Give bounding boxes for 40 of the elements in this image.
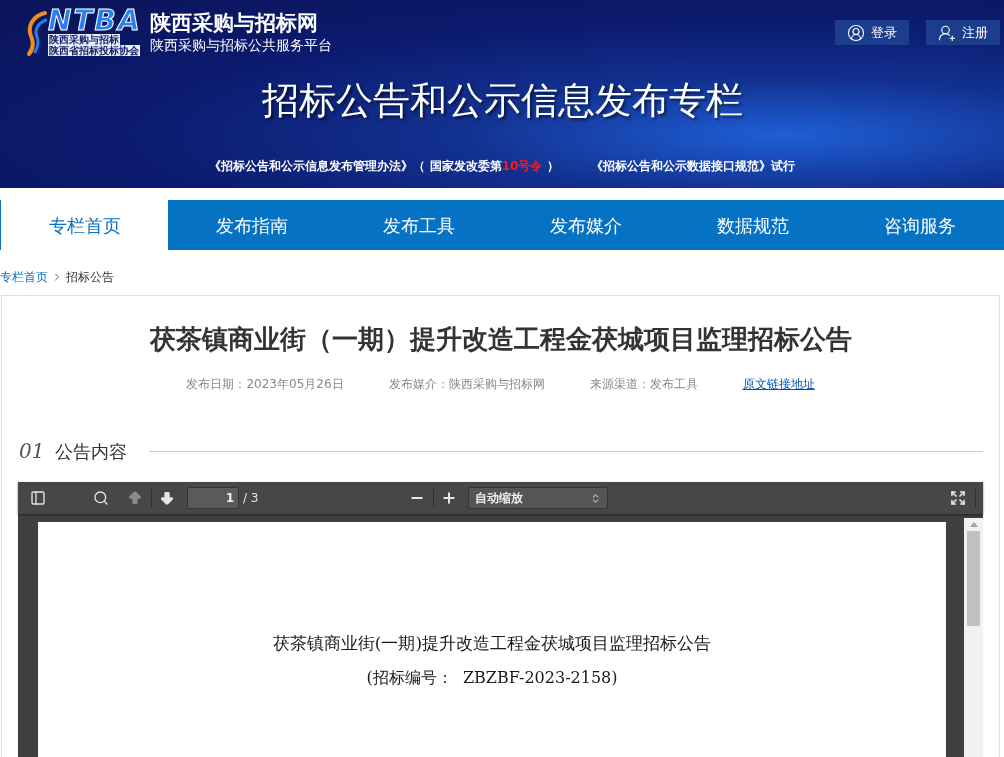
document-reference: (招标编号： ZBZBF-2023-2158): [366, 667, 618, 689]
user-plus-icon: [938, 23, 956, 42]
nav-tab[interactable]: 数据规范: [669, 200, 837, 250]
nav-tab[interactable]: 发布指南: [168, 200, 336, 250]
login-button[interactable]: 登录: [835, 20, 909, 45]
breadcrumb-current: 招标公告: [66, 269, 114, 285]
nav-tab[interactable]: 发布工具: [335, 200, 503, 250]
document-title: 茯茶镇商业街(一期)提升改造工程金茯城项目监理招标公告: [272, 632, 712, 655]
article-meta: 发布媒介：陕西采购与招标网: [388, 376, 545, 392]
article-title: 茯茶镇商业街（一期）提升改造工程金茯城项目监理招标公告: [149, 323, 852, 355]
logo-swoosh-icon: [25, 10, 47, 56]
register-button[interactable]: 注册: [926, 20, 1000, 45]
site-name: 陕西采购与招标网: [149, 11, 319, 36]
article-meta: 来源渠道：发布工具: [589, 376, 698, 392]
logo-letters: NTBA: [48, 8, 142, 34]
user-circle-icon: [847, 23, 865, 42]
regulation-notice: 《招标公告和公示数据接口规范》试行: [590, 158, 795, 174]
article-meta: 发布日期：2023年05月26日: [186, 376, 344, 392]
zoom-in-icon[interactable]: [440, 490, 457, 506]
breadcrumb-link[interactable]: 专栏首页: [0, 269, 48, 285]
sidebar-toggle-icon[interactable]: [30, 490, 46, 506]
arrow-down-icon[interactable]: [159, 490, 175, 506]
scrollbar-thumb[interactable]: [967, 531, 980, 626]
fullscreen-icon[interactable]: [950, 490, 966, 506]
zoom-select[interactable]: 自动缩放: [467, 487, 608, 509]
section-number: 01: [19, 438, 45, 465]
logo-caption: 陕西省招标投标协会: [48, 45, 140, 56]
page-count: / 3: [243, 490, 259, 507]
logo-caption: 陕西采购与招标: [48, 34, 120, 45]
scrollbar[interactable]: [964, 518, 983, 757]
banner-title: 招标公告和公示信息发布专栏: [261, 79, 743, 123]
nav-tab[interactable]: 发布媒介: [502, 200, 670, 250]
site-subtitle: 陕西采购与招标公共服务平台: [149, 36, 332, 54]
nav-tab[interactable]: 专栏首页: [1, 200, 169, 250]
nav-tab[interactable]: 咨询服务: [836, 200, 1004, 250]
regulation-notice: 《招标公告和公示信息发布管理办法》（ 国家发改委第10号令 ）: [209, 158, 559, 174]
search-icon[interactable]: [93, 490, 109, 506]
section-title: 公告内容: [55, 439, 128, 464]
page-number-field[interactable]: 1: [187, 487, 239, 509]
original-link[interactable]: 原文链接地址: [742, 376, 815, 392]
